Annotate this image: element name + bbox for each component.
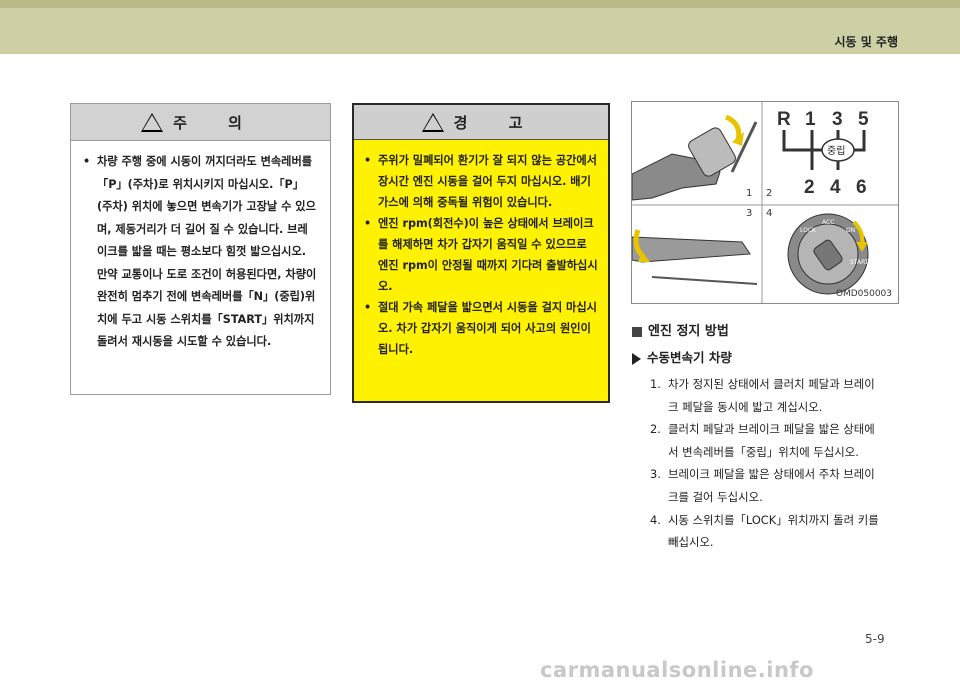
gear-label: R [777, 109, 791, 130]
panel-number: 2 [766, 188, 773, 199]
page-number: 5-9 [865, 632, 885, 646]
caution-header: ! 주 의 [71, 104, 330, 141]
arrow-right-icon [632, 352, 641, 365]
step-text: 브레이크 페달을 밟은 상태에서 주차 브레이크를 걸어 두십시오. [668, 467, 875, 504]
step-list: 1. 차가 정지된 상태에서 클러치 페달과 브레이크 페달을 동시에 밟고 계십… [650, 373, 885, 554]
square-bullet-icon [632, 326, 642, 337]
key-position-label: ON [846, 227, 855, 234]
key-position-label: ACC [822, 219, 834, 226]
neutral-label: 중립 [827, 144, 845, 157]
section-title: 엔진 정지 방법 [632, 320, 729, 339]
section-title-text: 엔진 정지 방법 [648, 324, 729, 339]
foot-pedal-illustration [632, 114, 758, 201]
caution-body: • 차량 주행 중에 시동이 꺼지더라도 변속레버를「P」(주차)로 위치시키지… [71, 141, 330, 354]
gear-shift-pattern: R 1 3 5 중립 2 4 6 [777, 109, 869, 198]
caution-item-text: 차량 주행 중에 시동이 꺼지더라도 변속레버를「P」(주차)로 위치시키지 마… [97, 155, 317, 348]
panel-number: 4 [766, 208, 773, 219]
warning-item: • 주위가 밀폐되어 환기가 잘 되지 않는 공간에서 장시간 엔진 시동을 걸… [364, 150, 598, 213]
step-item: 3. 브레이크 페달을 밟은 상태에서 주차 브레이크를 걸어 두십시오. [650, 463, 885, 508]
key-position-label: START [850, 259, 869, 266]
bullet-dot: • [83, 155, 91, 168]
warning-item-text: 절대 가속 페달을 밟으면서 시동을 걸지 마십시오. 차가 갑자기 움직이게 … [378, 301, 597, 356]
warning-item: • 절대 가속 페달을 밟으면서 시동을 걸지 마십시오. 차가 갑자기 움직이… [364, 297, 598, 360]
warning-item-text: 주위가 밀폐되어 환기가 잘 되지 않는 공간에서 장시간 엔진 시동을 걸어 … [378, 154, 597, 209]
key-position-label: LOCK [800, 227, 817, 234]
warning-item: • 엔진 rpm(회전수)이 높은 상태에서 브레이크를 해제하면 차가 갑자기… [364, 213, 598, 297]
gear-label: 5 [858, 109, 869, 130]
gear-label: 3 [832, 109, 843, 130]
step-text: 차가 정지된 상태에서 클러치 페달과 브레이크 페달을 동시에 밟고 계십시오… [668, 377, 875, 414]
subsection-title-text: 수동변속기 차량 [647, 350, 732, 365]
engine-stop-figure: R 1 3 5 중립 2 4 6 LOCK ACC ON START 1 2 3… [631, 101, 899, 304]
figure-code: OMD050003 [835, 289, 892, 299]
step-item: 1. 차가 정지된 상태에서 클러치 페달과 브레이크 페달을 동시에 밟고 계십… [650, 373, 885, 418]
gear-label: 2 [804, 177, 815, 198]
top-band [0, 0, 960, 54]
warning-triangle-icon: ! [421, 112, 444, 132]
step-number: 4. [650, 512, 661, 527]
step-number: 2. [650, 422, 661, 437]
caution-title: 주 의 [173, 113, 260, 132]
ignition-switch-illustration: LOCK ACC ON START [787, 213, 869, 295]
step-item: 4. 시동 스위치를「LOCK」위치까지 돌려 키를 빼십시오. [650, 509, 885, 554]
watermark: carmanualsonline.info [540, 658, 814, 682]
caution-triangle-icon: ! [141, 112, 164, 132]
gear-label: 1 [805, 109, 816, 130]
step-number: 3. [650, 467, 661, 482]
warning-item-text: 엔진 rpm(회전수)이 높은 상태에서 브레이크를 해제하면 차가 갑자기 움… [378, 217, 598, 293]
gear-label: 6 [856, 177, 867, 198]
warning-box: ! 경 고 • 주위가 밀폐되어 환기가 잘 되지 않는 공간에서 장시간 엔진… [352, 103, 610, 403]
top-strip [0, 0, 960, 8]
warning-title: 경 고 [453, 113, 541, 132]
section-header-title: 시동 및 주행 [834, 35, 898, 49]
warning-header: ! 경 고 [354, 105, 608, 140]
bullet-dot: • [364, 217, 372, 230]
bullet-dot: • [364, 154, 372, 167]
caution-box: ! 주 의 • 차량 주행 중에 시동이 꺼지더라도 변속레버를「P」(주차)로… [70, 103, 331, 395]
figure-illustration: R 1 3 5 중립 2 4 6 LOCK ACC ON START [632, 102, 898, 303]
subsection-title: 수동변속기 차량 [632, 347, 732, 366]
caution-item: • 차량 주행 중에 시동이 꺼지더라도 변속레버를「P」(주차)로 위치시키지… [83, 151, 318, 354]
panel-number: 1 [746, 188, 753, 199]
step-item: 2. 클러치 페달과 브레이크 페달을 밟은 상태에서 변속레버를「중립」위치에 … [650, 418, 885, 463]
gear-label: 4 [830, 177, 841, 198]
step-text: 클러치 페달과 브레이크 페달을 밟은 상태에서 변속레버를「중립」위치에 두십… [668, 422, 875, 459]
parking-brake-illustration [632, 229, 758, 285]
step-text: 시동 스위치를「LOCK」위치까지 돌려 키를 빼십시오. [668, 512, 879, 550]
step-number: 1. [650, 377, 661, 391]
panel-number: 3 [746, 208, 753, 219]
warning-body: • 주위가 밀폐되어 환기가 잘 되지 않는 공간에서 장시간 엔진 시동을 걸… [354, 140, 608, 360]
bullet-dot: • [364, 301, 372, 314]
